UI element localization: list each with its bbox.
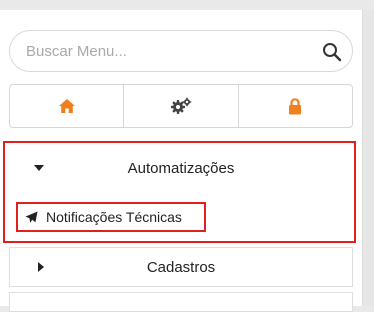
search-input[interactable]: [26, 41, 316, 61]
menu-group-automatizacoes[interactable]: Automatizações: [9, 148, 353, 188]
home-icon: [58, 99, 75, 113]
quick-actions-toolbar: [9, 84, 353, 128]
menu-group-label: Automatizações: [127, 159, 235, 177]
search-box[interactable]: [9, 30, 353, 72]
lock-icon: [289, 97, 302, 114]
lock-button[interactable]: [239, 85, 352, 127]
paper-plane-icon: [25, 210, 38, 223]
menu-group-next[interactable]: [9, 292, 353, 312]
menu-item-notificacoes-tecnicas[interactable]: Notificações Técnicas: [16, 202, 206, 232]
home-button[interactable]: [10, 85, 125, 127]
caret-right-icon: [38, 262, 44, 272]
menu-item-label: Notificações Técnicas: [46, 209, 182, 225]
menu-group-label: Cadastros: [146, 258, 216, 276]
scrollbar[interactable]: [362, 10, 374, 306]
search-icon[interactable]: [322, 42, 342, 62]
menu-group-cadastros[interactable]: Cadastros: [9, 247, 353, 287]
gears-icon: [170, 97, 192, 114]
caret-down-icon: [34, 165, 44, 171]
settings-button[interactable]: [124, 85, 239, 127]
